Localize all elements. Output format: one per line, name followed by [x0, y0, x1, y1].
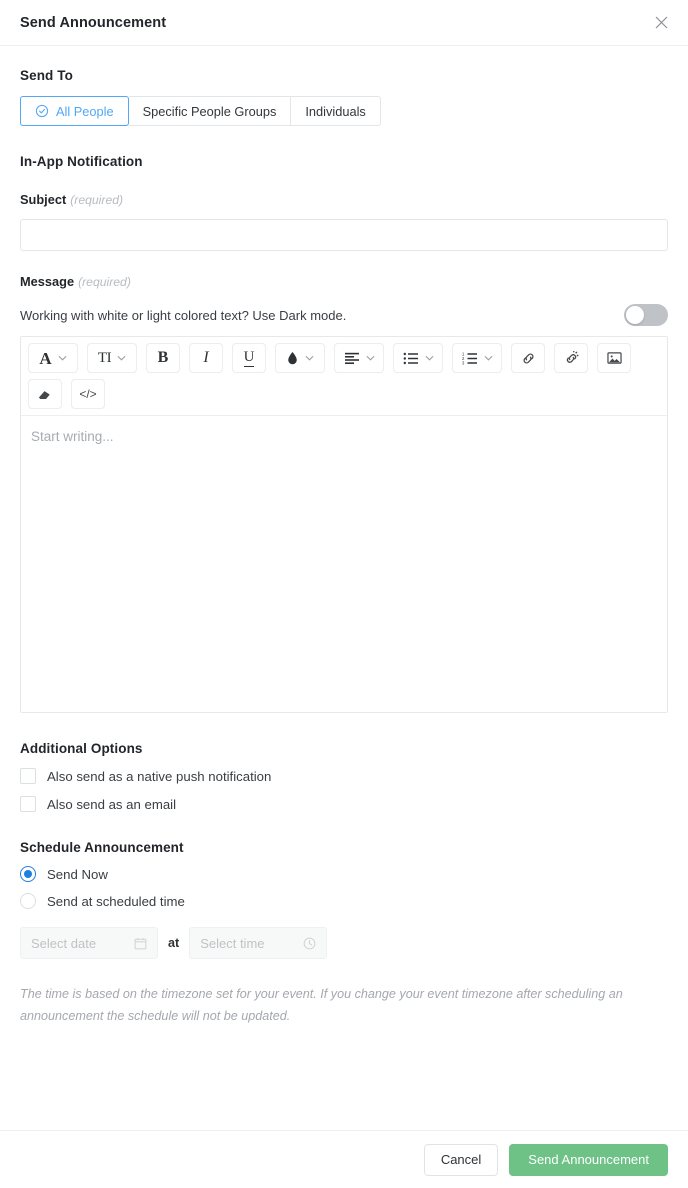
insert-image-icon[interactable] [597, 343, 631, 373]
clear-formatting-icon[interactable] [28, 379, 62, 409]
radio-row-send-scheduled[interactable]: Send at scheduled time [20, 893, 668, 909]
send-to-option-all-people[interactable]: All People [20, 96, 129, 126]
font-size-icon[interactable]: TI [87, 343, 137, 373]
message-label-row: Message (required) [20, 273, 668, 291]
calendar-icon [134, 937, 147, 950]
link-icon[interactable] [511, 343, 545, 373]
droplet-shape [288, 351, 297, 364]
svg-text:3: 3 [462, 360, 465, 364]
dark-mode-hint: Working with white or light colored text… [20, 307, 347, 323]
send-to-option-specific-people-groups[interactable]: Specific People Groups [128, 96, 292, 126]
send-announcement-modal: Send Announcement Send To All People Spe… [0, 0, 688, 1188]
checkbox-row-push-notification[interactable]: Also send as a native push notification [20, 768, 668, 784]
cancel-button[interactable]: Cancel [423, 1143, 499, 1176]
message-label: Message [20, 274, 75, 289]
send-to-option-individuals[interactable]: Individuals [291, 96, 381, 126]
checkbox-row-email[interactable]: Also send as an email [20, 796, 668, 812]
subject-field-group: Subject (required) [20, 191, 668, 251]
checkbox-push-notification[interactable] [20, 768, 36, 784]
dark-mode-toggle[interactable] [624, 304, 668, 326]
check-circle-icon [35, 104, 49, 118]
chevron-down-icon [366, 355, 375, 361]
send-to-option-label: Individuals [305, 103, 366, 119]
radio-label: Send Now [47, 866, 108, 882]
message-field-group: Message (required) Working with white or … [20, 273, 668, 713]
message-required-note: (required) [78, 275, 131, 289]
toggle-knob [626, 306, 644, 324]
schedule-datetime-row: Select date at Select time [20, 927, 668, 959]
subject-required-note: (required) [70, 193, 124, 207]
additional-options-label: Additional Options [20, 741, 143, 756]
text-color-icon[interactable] [275, 343, 325, 373]
numbered-list-icon[interactable]: 1 2 3 [452, 343, 502, 373]
chevron-down-icon [484, 355, 493, 361]
code-view-icon[interactable]: </> [71, 379, 105, 409]
time-picker[interactable]: Select time [189, 927, 328, 959]
page-title: Send Announcement [20, 14, 167, 31]
at-label: at [168, 936, 180, 950]
subject-input[interactable] [20, 219, 668, 251]
radio-send-at-scheduled-time[interactable] [20, 893, 36, 909]
underline-icon[interactable]: U [232, 343, 266, 373]
send-to-option-label: All People [56, 103, 114, 119]
checkbox-label: Also send as a native push notification [47, 768, 272, 784]
in-app-notification-label: In-App Notification [20, 154, 143, 169]
message-editor-area[interactable]: Start writing... [21, 416, 667, 712]
align-left-icon[interactable] [334, 343, 384, 373]
subject-label-row: Subject (required) [20, 191, 668, 209]
date-picker-placeholder: Select date [31, 935, 97, 951]
send-to-option-label: Specific People Groups [142, 103, 277, 119]
close-icon[interactable] [650, 12, 672, 34]
modal-footer: Cancel Send Announcement [0, 1130, 688, 1188]
schedule-announcement-label: Schedule Announcement [20, 840, 184, 855]
send-to-label: Send To [20, 68, 73, 83]
editor-toolbar: A TI B I U 1 2 3 </> [21, 337, 667, 416]
timezone-note: The time is based on the timezone set fo… [20, 987, 623, 1024]
italic-icon[interactable]: I [189, 343, 223, 373]
send-to-segmented-control: All People Specific People Groups Indivi… [20, 96, 668, 126]
chevron-down-icon [425, 355, 434, 361]
date-picker[interactable]: Select date [20, 927, 158, 959]
checkbox-label: Also send as an email [47, 796, 177, 812]
editor-placeholder: Start writing... [31, 429, 114, 444]
radio-label: Send at scheduled time [47, 893, 185, 909]
radio-send-now[interactable] [20, 866, 36, 882]
chevron-down-icon [117, 355, 126, 361]
dark-mode-row: Working with white or light colored text… [20, 304, 668, 326]
radio-row-send-now[interactable]: Send Now [20, 866, 668, 882]
subject-label: Subject [20, 192, 67, 207]
send-announcement-button[interactable]: Send Announcement [509, 1143, 668, 1176]
time-picker-placeholder: Select time [200, 935, 265, 951]
message-editor: A TI B I U 1 2 3 </> Start writing... [20, 336, 668, 713]
checkbox-email[interactable] [20, 796, 36, 812]
unlink-icon[interactable] [554, 343, 588, 373]
modal-header: Send Announcement [0, 0, 688, 46]
modal-body: Send To All People Specific People Group… [0, 46, 688, 1130]
chevron-down-icon [58, 355, 67, 361]
chevron-down-icon [305, 355, 314, 361]
bullet-list-icon[interactable] [393, 343, 443, 373]
font-family-icon[interactable]: A [28, 343, 78, 373]
bold-icon[interactable]: B [146, 343, 180, 373]
clock-icon [303, 937, 316, 950]
